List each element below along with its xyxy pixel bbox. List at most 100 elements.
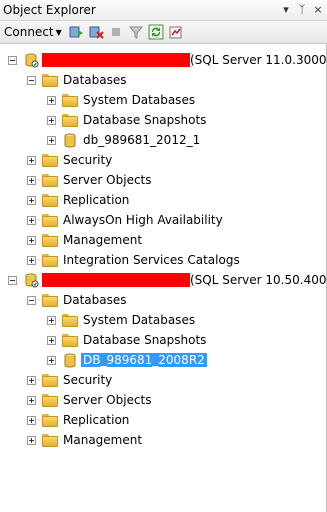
expand-icon[interactable] <box>47 95 56 105</box>
stop-icon[interactable] <box>108 24 124 40</box>
tree-node-db-2008r2[interactable]: DB_989681_2008R2 <box>47 351 207 369</box>
folder-icon <box>42 253 58 267</box>
server-objects-label: Server Objects <box>63 173 152 187</box>
connect-label: Connect <box>4 25 54 39</box>
database-icon <box>64 133 76 147</box>
expand-icon[interactable] <box>27 195 36 205</box>
tree-node-integration-services[interactable]: Integration Services Catalogs <box>27 251 240 269</box>
tree-node-management-2[interactable]: Management <box>27 431 142 449</box>
folder-icon <box>42 433 58 447</box>
folder-icon <box>62 333 78 347</box>
tree-node-replication-1[interactable]: Replication <box>27 191 129 209</box>
server-icon <box>25 53 39 68</box>
server-objects-label: Server Objects <box>63 393 152 407</box>
folder-icon <box>62 113 78 127</box>
security-label: Security <box>63 373 113 387</box>
expand-icon[interactable] <box>27 395 36 405</box>
tree-node-database-snapshots-2[interactable]: Database Snapshots <box>47 331 206 349</box>
folder-icon <box>62 313 78 327</box>
expand-icon[interactable] <box>27 215 36 225</box>
folder-icon <box>42 393 58 407</box>
folder-icon <box>42 73 58 87</box>
system-databases-label: System Databases <box>83 313 196 327</box>
close-icon[interactable]: × <box>311 2 325 17</box>
tree-node-server-objects-1[interactable]: Server Objects <box>27 171 152 189</box>
integration-services-label: Integration Services Catalogs <box>63 253 240 267</box>
refresh-icon[interactable] <box>148 24 164 40</box>
folder-icon <box>42 293 58 307</box>
filter-icon[interactable] <box>128 24 144 40</box>
expand-icon[interactable] <box>47 315 56 325</box>
server-icon <box>25 273 39 288</box>
redacted-server-name <box>42 273 190 288</box>
expand-icon[interactable] <box>27 435 36 445</box>
expand-icon[interactable] <box>47 115 56 125</box>
server1-version: (SQL Server 11.0.3000 - <box>190 52 327 67</box>
server2-name: (SQL Server 10.50.4000 <box>42 273 327 288</box>
tree-node-server-objects-2[interactable]: Server Objects <box>27 391 152 409</box>
collapse-icon[interactable] <box>27 295 36 305</box>
panel-title: Object Explorer <box>3 3 96 17</box>
tree-node-system-databases-1[interactable]: System Databases <box>47 91 195 109</box>
database-label: db_989681_2012_1 <box>83 133 201 147</box>
tree-node-alwayson[interactable]: AlwaysOn High Availability <box>27 211 223 229</box>
databases-label: Databases <box>63 293 127 307</box>
disconnect-icon[interactable] <box>88 24 104 40</box>
object-explorer-toolbar: Connect ▼ <box>0 21 327 44</box>
collapse-icon[interactable] <box>8 55 17 65</box>
activity-monitor-icon[interactable] <box>168 24 184 40</box>
replication-label: Replication <box>63 413 130 427</box>
connect-object-explorer-icon[interactable] <box>68 24 84 40</box>
connect-button[interactable]: Connect ▼ <box>4 25 62 39</box>
expand-icon[interactable] <box>27 175 36 185</box>
expand-icon[interactable] <box>27 415 36 425</box>
alwayson-label: AlwaysOn High Availability <box>63 213 223 227</box>
management-label: Management <box>63 433 143 447</box>
management-label: Management <box>63 233 143 247</box>
server1-name: (SQL Server 11.0.3000 - <box>42 53 327 68</box>
server2-version: (SQL Server 10.50.4000 <box>190 272 327 287</box>
expand-icon[interactable] <box>27 375 36 385</box>
tree-node-security-2[interactable]: Security <box>27 371 112 389</box>
databases-label: Databases <box>63 73 127 87</box>
database-snapshots-label: Database Snapshots <box>83 333 207 347</box>
tree-node-database-snapshots-1[interactable]: Database Snapshots <box>47 111 206 129</box>
security-label: Security <box>63 153 113 167</box>
window-position-dropdown-icon[interactable]: ▾ <box>279 2 293 17</box>
folder-icon <box>42 153 58 167</box>
tree-node-server2[interactable]: (SQL Server 10.50.4000 <box>8 271 327 289</box>
folder-icon <box>42 193 58 207</box>
database-icon <box>64 353 76 367</box>
selected-database-label[interactable]: DB_989681_2008R2 <box>81 353 207 367</box>
tree-node-replication-2[interactable]: Replication <box>27 411 129 429</box>
folder-icon <box>42 413 58 427</box>
folder-icon <box>42 213 58 227</box>
expand-icon[interactable] <box>27 235 36 245</box>
system-databases-label: System Databases <box>83 93 196 107</box>
expand-icon[interactable] <box>47 355 56 365</box>
tree-node-security-1[interactable]: Security <box>27 151 112 169</box>
object-explorer-tree[interactable]: (SQL Server 11.0.3000 - Databases System… <box>0 44 327 512</box>
tree-node-db-2012[interactable]: db_989681_2012_1 <box>47 131 200 149</box>
folder-icon <box>42 373 58 387</box>
expand-icon[interactable] <box>27 255 36 265</box>
folder-icon <box>42 173 58 187</box>
chevron-down-icon: ▼ <box>55 28 62 37</box>
expand-icon[interactable] <box>27 155 36 165</box>
tree-node-databases-1[interactable]: Databases <box>27 71 127 89</box>
expand-icon[interactable] <box>47 135 56 145</box>
folder-icon <box>62 93 78 107</box>
tree-node-server1[interactable]: (SQL Server 11.0.3000 - <box>8 51 327 69</box>
tree-node-databases-2[interactable]: Databases <box>27 291 127 309</box>
panel-titlebar: Object Explorer ▾ ᛉ × <box>0 0 327 21</box>
tree-node-management-1[interactable]: Management <box>27 231 142 249</box>
redacted-server-name <box>42 53 190 68</box>
expand-icon[interactable] <box>47 335 56 345</box>
database-snapshots-label: Database Snapshots <box>83 113 207 127</box>
auto-hide-pin-icon[interactable]: ᛉ <box>295 2 309 17</box>
collapse-icon[interactable] <box>8 275 17 285</box>
tree-node-system-databases-2[interactable]: System Databases <box>47 311 195 329</box>
folder-icon <box>42 233 58 247</box>
replication-label: Replication <box>63 193 130 207</box>
collapse-icon[interactable] <box>27 75 36 85</box>
